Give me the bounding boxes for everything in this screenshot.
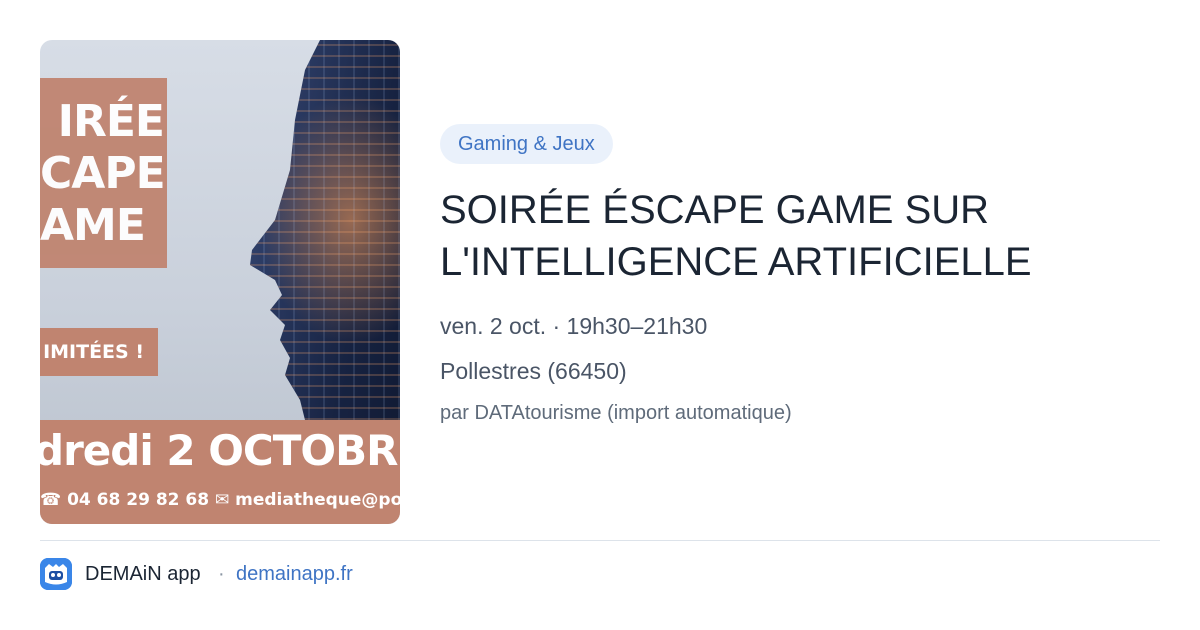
event-title-line-2: L'INTELLIGENCE ARTIFICIELLE xyxy=(440,240,1032,284)
event-poster-image[interactable]: IRÉE CAPE AME IMITÉES ! dredi 2 OCTOBRE … xyxy=(40,40,400,524)
poster-contact-text: ☎ 04 68 29 82 68 ✉ mediatheque@pollestre… xyxy=(40,490,400,510)
footer-divider xyxy=(40,540,1160,541)
event-title[interactable]: SOIRÉE ÉSCAPE GAME SUR L'INTELLIGENCE AR… xyxy=(440,184,1140,288)
poster-date-text: dredi 2 OCTOBRE xyxy=(40,426,400,475)
app-name: DEMAiN app xyxy=(85,563,201,585)
circuit-pattern-overlay xyxy=(190,40,400,440)
poster-title-line-1: IRÉE xyxy=(57,96,165,147)
poster-date-band: dredi 2 OCTOBRE ☎ 04 68 29 82 68 ✉ media… xyxy=(40,420,400,524)
event-date-time: ven. 2 oct. · 19h30–21h30 xyxy=(440,313,708,339)
poster-title-line-3: AME xyxy=(40,200,146,251)
app-website-link[interactable]: demainapp.fr xyxy=(236,563,353,586)
event-title-line-1: SOIRÉE ÉSCAPE GAME SUR xyxy=(440,188,990,232)
demain-app-logo-icon xyxy=(40,558,72,590)
footer-separator: · xyxy=(218,563,225,585)
poster-title-line-2: CAPE xyxy=(40,148,166,199)
category-tag[interactable]: Gaming & Jeux xyxy=(440,124,613,164)
robot-face-icon xyxy=(40,558,72,590)
poster-title-box: IRÉE CAPE AME xyxy=(40,78,167,268)
event-location: Pollestres (66450) xyxy=(440,358,627,384)
poster-places-label: IMITÉES ! xyxy=(40,328,158,376)
event-organizer: par DATAtourisme (import automatique) xyxy=(440,402,792,424)
